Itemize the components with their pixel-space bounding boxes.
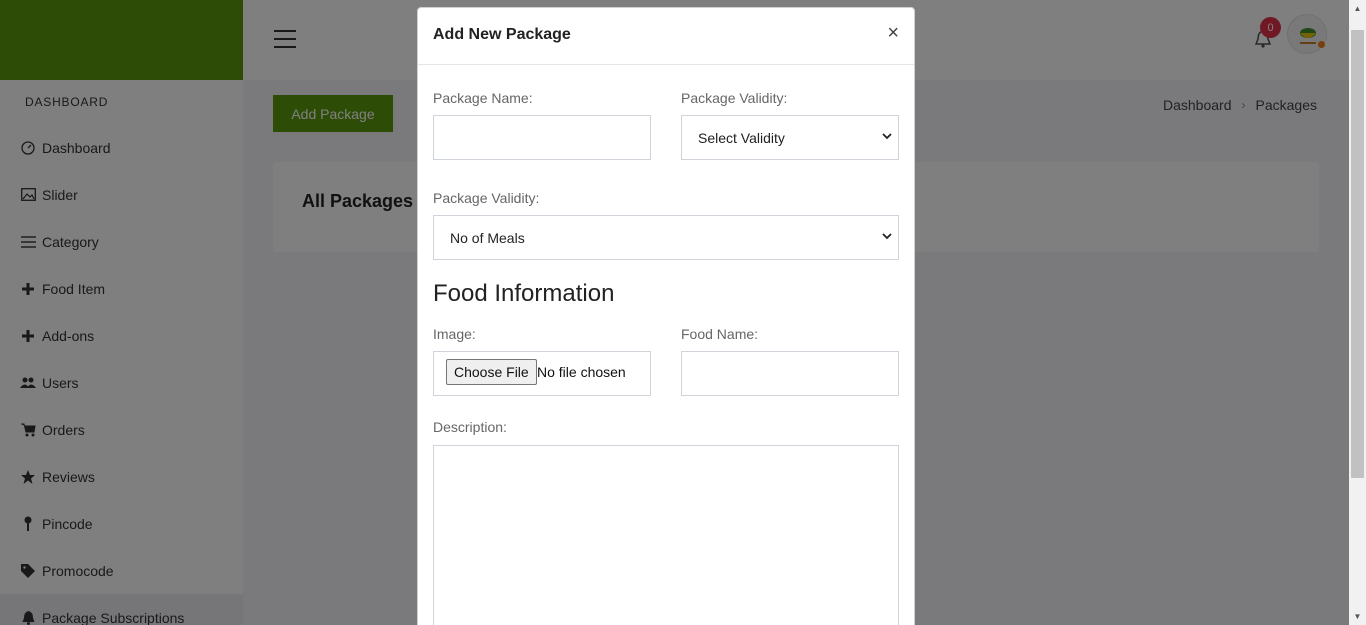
meals-value: No of Meals [450,229,525,246]
food-name-label: Food Name: [681,326,759,342]
scroll-up-arrow-icon[interactable]: ▲ [1349,0,1366,17]
package-name-input[interactable] [433,115,651,160]
page-scrollbar[interactable]: ▲ ▼ [1349,0,1366,625]
modal-title: Add New Package [433,26,571,43]
meals-select[interactable]: No of Meals [433,215,899,260]
chevron-down-icon [882,233,892,240]
modal-header: Add New Package × [418,8,914,65]
choose-file-button[interactable]: Choose File [446,359,537,385]
package-validity-label: Package Validity: [681,90,788,106]
scroll-thumb[interactable] [1351,30,1364,478]
image-file-input[interactable]: Choose File No file chosen [433,351,651,396]
package-name-label: Package Name: [433,90,533,106]
package-validity-value: Select Validity [698,129,785,146]
package-validity-select[interactable]: Select Validity [681,115,899,160]
add-package-modal: Add New Package × Package Name: Package … [417,7,915,625]
close-icon[interactable]: × [887,23,899,43]
meals-label: Package Validity: [433,190,540,206]
description-label: Description: [433,419,507,435]
file-status-text: No file chosen [537,364,626,380]
scroll-down-arrow-icon[interactable]: ▼ [1349,608,1366,625]
image-label: Image: [433,326,476,342]
description-textarea[interactable] [433,445,899,625]
chevron-down-icon [882,133,892,140]
food-name-input[interactable] [681,351,899,396]
food-information-heading: Food Information [433,280,615,307]
